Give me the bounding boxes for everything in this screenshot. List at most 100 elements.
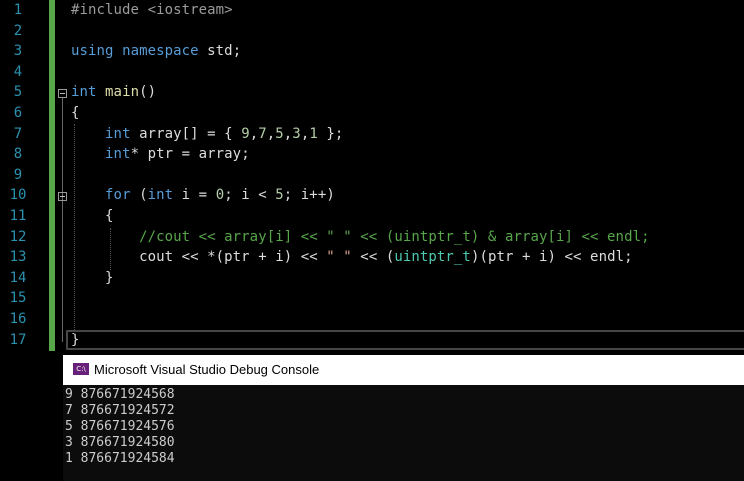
line-number: 11	[9, 208, 27, 224]
code-token: {	[71, 208, 114, 224]
code-line[interactable]: 16	[0, 309, 744, 330]
code-text[interactable]: }	[71, 268, 114, 289]
code-line[interactable]: 2	[0, 20, 744, 42]
line-number: 6	[13, 105, 23, 121]
code-line[interactable]: 15	[0, 288, 744, 310]
code-line[interactable]: 14 }	[0, 267, 744, 289]
code-text[interactable]: {	[71, 103, 80, 124]
console-output-line: 1 876671924584	[65, 451, 175, 466]
change-margin-indicator	[49, 103, 55, 124]
change-margin-indicator	[49, 206, 55, 227]
code-token: std;	[198, 43, 242, 60]
line-number: 5	[13, 84, 23, 101]
line-number: 7	[13, 125, 23, 142]
code-line[interactable]: 3 using namespace std;	[0, 41, 744, 63]
code-line[interactable]: 6{	[0, 103, 744, 124]
code-editor[interactable]: 1 #include <iostream> 2 3 using namespace st…	[0, 0, 744, 355]
line-number: 10	[9, 187, 27, 204]
change-margin-indicator	[49, 329, 55, 351]
line-number: 4	[13, 63, 23, 80]
code-token: };	[317, 125, 344, 142]
code-text[interactable]: {	[71, 206, 114, 227]
code-token: for	[105, 187, 131, 204]
code-line[interactable]: 12 //cout << array[i] << " " << (uintptr…	[0, 226, 744, 248]
code-token: namespace	[122, 43, 199, 60]
code-text[interactable]: cout << *(ptr + i) << " " << (uintptr_t)…	[71, 247, 633, 268]
code-token: using	[71, 43, 114, 60]
code-token: << (	[351, 249, 395, 266]
code-text[interactable]: int* ptr = array;	[71, 144, 250, 165]
change-margin-indicator	[49, 0, 55, 21]
change-margin-indicator	[49, 20, 55, 42]
code-token: ; i <	[224, 187, 276, 204]
line-number: 1	[13, 2, 23, 18]
console-app-icon: C:\	[73, 363, 89, 375]
change-margin-indicator	[49, 247, 55, 269]
code-line[interactable]: 10 for (int i = 0; i < 5; i++)	[0, 185, 744, 207]
code-token: )(ptr + i) << endl;	[470, 249, 633, 266]
code-line[interactable]: 11 {	[0, 206, 744, 227]
code-token: int	[147, 187, 174, 204]
code-token: 1	[309, 125, 318, 142]
line-number: 17	[9, 331, 27, 348]
code-line[interactable]: 8 int* ptr = array;	[0, 144, 744, 166]
change-margin-indicator	[49, 226, 55, 248]
indent-guide-for	[110, 228, 111, 270]
change-margin-indicator	[49, 144, 55, 166]
code-line[interactable]: 9	[0, 164, 744, 186]
console-output-line: 3 876671924580	[65, 435, 175, 450]
code-token: 0	[215, 187, 225, 204]
code-line[interactable]: 5 int main()	[0, 82, 744, 104]
code-token: " "	[326, 249, 352, 266]
code-token: array[] = {	[130, 125, 242, 142]
change-margin-indicator	[49, 185, 55, 207]
code-text[interactable]: //cout << array[i] << " " << (uintptr_t)…	[71, 227, 650, 248]
code-token: 5	[275, 187, 284, 204]
code-text[interactable]: int main()	[71, 82, 156, 103]
code-text[interactable]: using namespace std;	[71, 41, 241, 62]
code-token: {	[71, 105, 80, 121]
code-token: * ptr = array;	[130, 146, 250, 163]
console-output-line: 7 876671924572	[65, 403, 175, 418]
line-number: 13	[9, 249, 27, 266]
code-text[interactable]: int array[] = { 9,7,5,3,1 };	[71, 124, 343, 145]
code-line[interactable]: 13 cout << *(ptr + i) << " " << (uintptr…	[0, 247, 744, 269]
line-number: 15	[9, 290, 27, 307]
code-token: uintptr_t	[394, 249, 471, 266]
fold-line-for	[62, 201, 63, 291]
code-line[interactable]: 4	[0, 61, 744, 83]
code-token: (	[130, 187, 148, 204]
code-text[interactable]: for (int i = 0; i < 5; i++)	[71, 185, 335, 206]
code-token: #include <iostream>	[71, 2, 233, 18]
change-margin-indicator	[49, 41, 55, 63]
code-token: ; i++)	[283, 187, 335, 204]
collapse-main-icon[interactable]	[58, 89, 67, 98]
code-token: int	[71, 84, 97, 101]
code-token: int	[105, 146, 131, 163]
collapse-for-icon[interactable]	[58, 192, 67, 201]
line-number: 16	[9, 311, 27, 327]
line-number: 8	[13, 146, 23, 163]
change-margin-indicator	[49, 288, 55, 310]
debug-console-window[interactable]: C:\ Microsoft Visual Studio Debug Consol…	[63, 355, 744, 481]
line-number: 3	[13, 43, 23, 60]
code-token: 9	[241, 125, 250, 142]
code-token: //cout << array[i] << " " << (uintptr_t)…	[71, 228, 650, 245]
code-token: i =	[173, 187, 216, 204]
code-token: ,	[249, 125, 259, 142]
code-token: }	[71, 269, 114, 286]
console-titlebar[interactable]: C:\ Microsoft Visual Studio Debug Consol…	[63, 355, 744, 385]
change-margin-indicator	[49, 267, 55, 289]
code-line[interactable]: 1 #include <iostream>	[0, 0, 744, 21]
indent-guide-main	[74, 124, 75, 334]
line-number: 14	[9, 269, 27, 286]
code-token: ,	[266, 125, 276, 142]
console-output-line: 9 876671924568	[65, 387, 175, 402]
console-title: Microsoft Visual Studio Debug Console	[94, 362, 320, 377]
code-line[interactable]: 7 int array[] = { 9,7,5,3,1 };	[0, 123, 744, 145]
code-text[interactable]: #include <iostream>	[71, 0, 233, 21]
